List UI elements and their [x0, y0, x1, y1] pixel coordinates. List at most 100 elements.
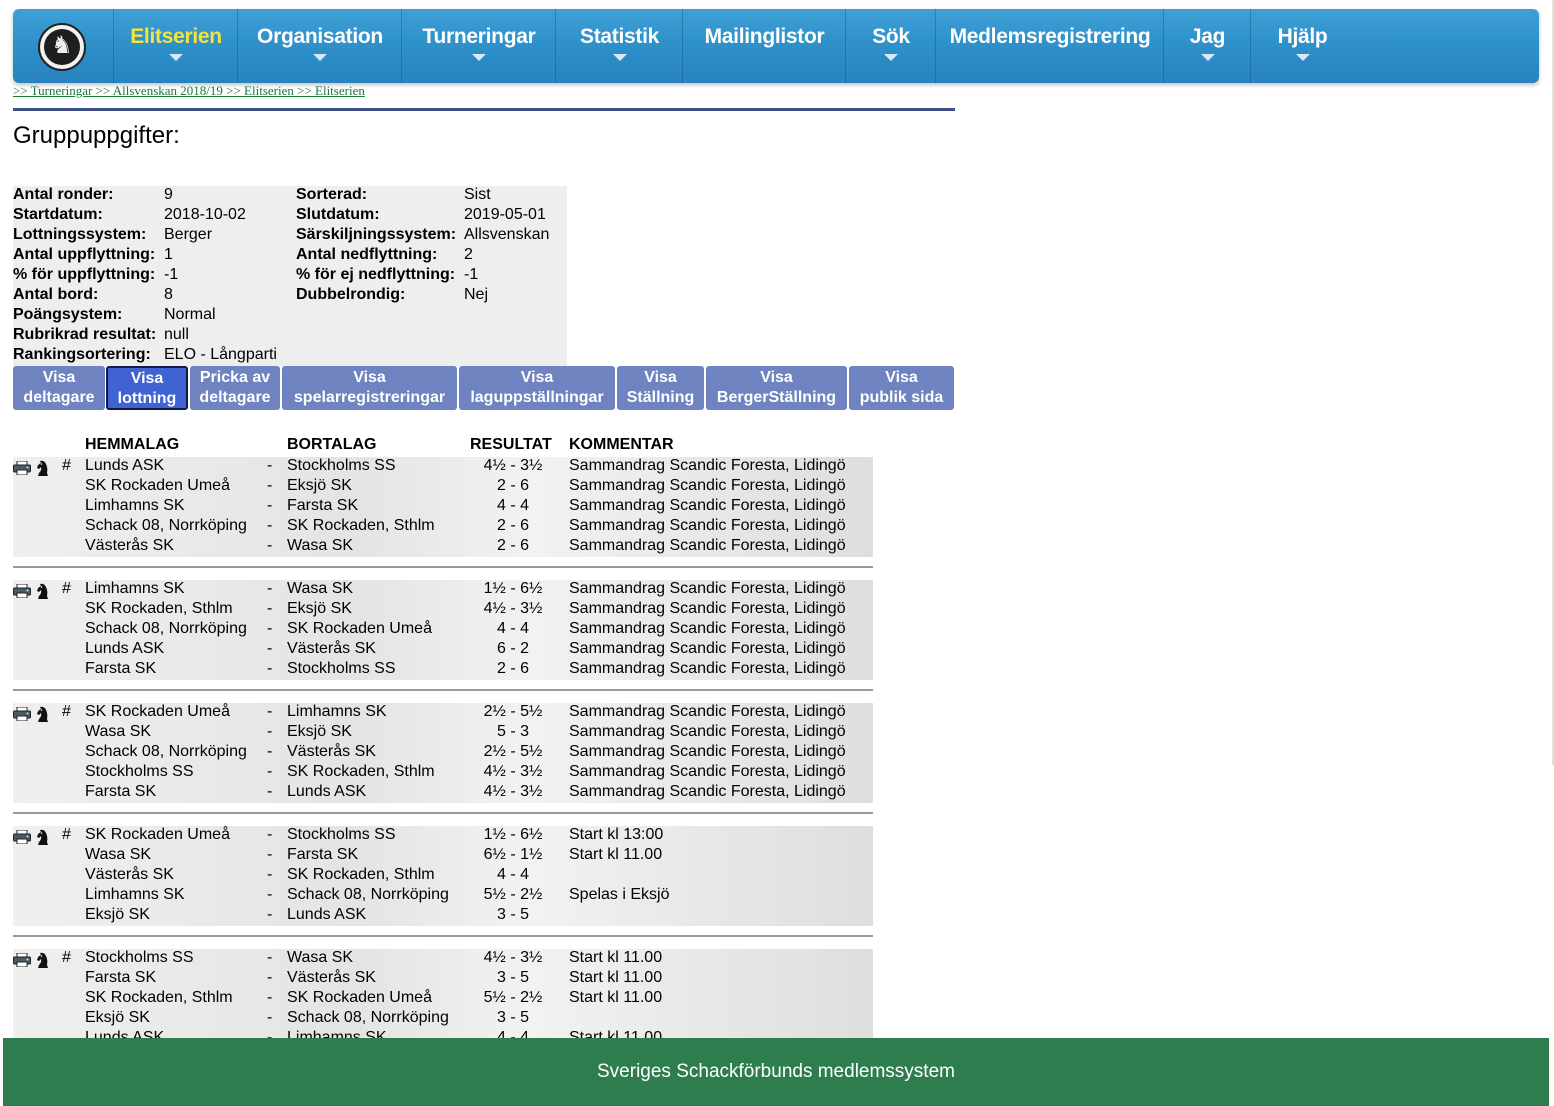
versus-dash: - — [267, 743, 273, 760]
button-label-line2: lottning — [117, 390, 177, 407]
match-row: Schack 08, Norrköping - SK Rockaden Umeå 4 … — [13, 620, 873, 640]
home-team: Västerås SK — [85, 537, 174, 554]
nav-item-label: Organisation — [257, 25, 383, 48]
nav-item-turneringar[interactable]: Turneringar — [401, 9, 556, 83]
nav-item-sök[interactable]: Sök — [845, 9, 936, 83]
button-visa-laguppställningar[interactable]: Visa laguppställningar — [459, 366, 615, 410]
info-label: Lottningssystem: — [13, 226, 147, 243]
match-comment: Start kl 11.00 — [569, 949, 663, 966]
round-divider — [13, 935, 873, 937]
match-row: Eksjö SK - Lunds ASK 3 - 5 — [13, 906, 873, 926]
nav-item-medlemsregistrering[interactable]: Medlemsregistrering — [935, 9, 1164, 83]
group-info-panel: Antal ronder: 9 Startdatum: 2018-10-02 Lottn… — [13, 186, 567, 366]
nav-item-label: Medlemsregistrering — [949, 25, 1151, 48]
home-team: Farsta SK — [85, 969, 157, 986]
button-label-line1: Pricka av — [199, 369, 271, 386]
button-label-line1: Visa — [520, 369, 554, 386]
page-title: Gruppuppgifter: — [13, 122, 180, 149]
button-visa-publik-sida[interactable]: Visa publik sida — [849, 366, 954, 410]
match-comment: Spelas i Eksjö — [569, 886, 670, 903]
info-value: 2 — [464, 246, 473, 263]
button-visa-ställning[interactable]: Visa Ställning — [617, 366, 704, 410]
away-team: Schack 08, Norrköping — [287, 886, 449, 903]
header-away: BORTALAG — [287, 436, 377, 453]
match-row: SK Rockaden Umeå - Limhamns SK 2½ - 5½ Samma… — [13, 703, 873, 723]
match-result: 2½ - 5½ — [483, 743, 543, 760]
header-comment: KOMMENTAR — [569, 436, 674, 453]
nav-item-label: Jag — [1189, 25, 1226, 48]
federation-logo-icon[interactable]: ♞ — [38, 23, 86, 71]
away-team: SK Rockaden Umeå — [287, 620, 432, 637]
match-row: Farsta SK - Västerås SK 3 - 5 Start kl 11.00 — [13, 969, 873, 989]
match-row: SK Rockaden Umeå - Eksjö SK 2 - 6 Sammandrag… — [13, 477, 873, 497]
match-result: 6½ - 1½ — [483, 846, 543, 863]
chevron-down-icon — [313, 54, 327, 61]
button-label-line2: laguppställningar — [470, 389, 604, 406]
nav-item-organisation[interactable]: Organisation — [237, 9, 402, 83]
round-block: # SK Rockaden Umeå - Stockholms SS 1½ - 6½ St… — [13, 826, 873, 926]
home-team: Lunds ASK — [85, 640, 165, 657]
round-block: # Limhamns SK - Wasa SK 1½ - 6½ Sammandrag Sc… — [13, 580, 873, 680]
home-team: Schack 08, Norrköping — [85, 517, 247, 534]
info-value: 2018-10-02 — [164, 206, 246, 223]
round-block: # Stockholms SS - Wasa SK 4½ - 3½ Start kl 11… — [13, 949, 873, 1049]
button-visa-lottning[interactable]: Visa lottning — [106, 366, 188, 410]
versus-dash: - — [267, 600, 273, 617]
versus-dash: - — [267, 620, 273, 637]
match-comment: Sammandrag Scandic Foresta, Lidingö — [569, 723, 846, 740]
info-label: Rankingsortering: — [13, 346, 151, 363]
away-team: SK Rockaden, Sthlm — [287, 866, 435, 883]
away-team: Farsta SK — [287, 497, 359, 514]
breadcrumb-divider — [13, 108, 955, 111]
button-pricka-av-deltagare[interactable]: Pricka av deltagare — [190, 366, 280, 410]
home-team: Farsta SK — [85, 783, 157, 800]
match-comment: Sammandrag Scandic Foresta, Lidingö — [569, 580, 846, 597]
button-visa-deltagare[interactable]: Visa deltagare — [13, 366, 105, 410]
info-value: 2019-05-01 — [464, 206, 546, 223]
nav-item-jag[interactable]: Jag — [1163, 9, 1251, 83]
match-result: 3 - 5 — [496, 969, 529, 986]
home-team: SK Rockaden, Sthlm — [85, 989, 233, 1006]
match-row: Stockholms SS - Wasa SK 4½ - 3½ Start kl 11.… — [13, 949, 873, 969]
match-row: Schack 08, Norrköping - SK Rockaden, Sthlm… — [13, 517, 873, 537]
match-row: SK Rockaden Umeå - Stockholms SS 1½ - 6½ Sta… — [13, 826, 873, 846]
footer: Sveriges Schackförbunds medlemssystem — [3, 1038, 1549, 1106]
breadcrumb[interactable]: >> Turneringar >> Allsvenskan 2018/19 >>… — [13, 83, 365, 99]
versus-dash: - — [267, 826, 273, 843]
home-team: SK Rockaden Umeå — [85, 477, 230, 494]
match-comment: Sammandrag Scandic Foresta, Lidingö — [569, 743, 846, 760]
nav-item-label: Elitserien — [130, 25, 222, 48]
home-team: Västerås SK — [85, 866, 174, 883]
button-visa-spelarregistreringar[interactable]: Visa spelarregistreringar — [282, 366, 457, 410]
button-label-line1: Visa — [42, 369, 76, 386]
info-value: Sist — [464, 186, 491, 203]
match-comment: Sammandrag Scandic Foresta, Lidingö — [569, 660, 846, 677]
button-label-line1: Visa — [130, 370, 164, 387]
home-team: SK Rockaden Umeå — [85, 703, 230, 720]
match-result: 6 - 2 — [496, 640, 529, 657]
away-team: Eksjö SK — [287, 723, 352, 740]
away-team: SK Rockaden Umeå — [287, 989, 432, 1006]
button-label-line1: Visa — [885, 369, 918, 386]
button-visa-bergerställning[interactable]: Visa BergerStällning — [706, 366, 847, 410]
nav-item-mailinglistor[interactable]: Mailinglistor — [682, 9, 846, 83]
round-divider — [13, 812, 873, 814]
top-nav: ♞ Elitserien Organisation Turneringar Stati… — [13, 9, 1539, 83]
round-divider — [13, 566, 873, 568]
match-comment: Sammandrag Scandic Foresta, Lidingö — [569, 477, 846, 494]
match-result: 4½ - 3½ — [483, 457, 543, 474]
away-team: Västerås SK — [287, 743, 376, 760]
match-comment: Sammandrag Scandic Foresta, Lidingö — [569, 600, 846, 617]
away-team: Eksjö SK — [287, 600, 352, 617]
match-row: Limhamns SK - Wasa SK 1½ - 6½ Sammandrag Sca… — [13, 580, 873, 600]
nav-item-elitserien[interactable]: Elitserien — [113, 9, 238, 83]
match-result: 4 - 4 — [496, 497, 529, 514]
nav-item-label: Statistik — [580, 25, 659, 48]
home-team: Stockholms SS — [85, 763, 194, 780]
info-value: 1 — [164, 246, 173, 263]
nav-item-statistik[interactable]: Statistik — [555, 9, 683, 83]
versus-dash: - — [267, 537, 273, 554]
versus-dash: - — [267, 477, 273, 494]
match-row: Limhamns SK - Farsta SK 4 - 4 Sammandrag Sca… — [13, 497, 873, 517]
nav-item-hjälp[interactable]: Hjälp — [1250, 9, 1354, 83]
